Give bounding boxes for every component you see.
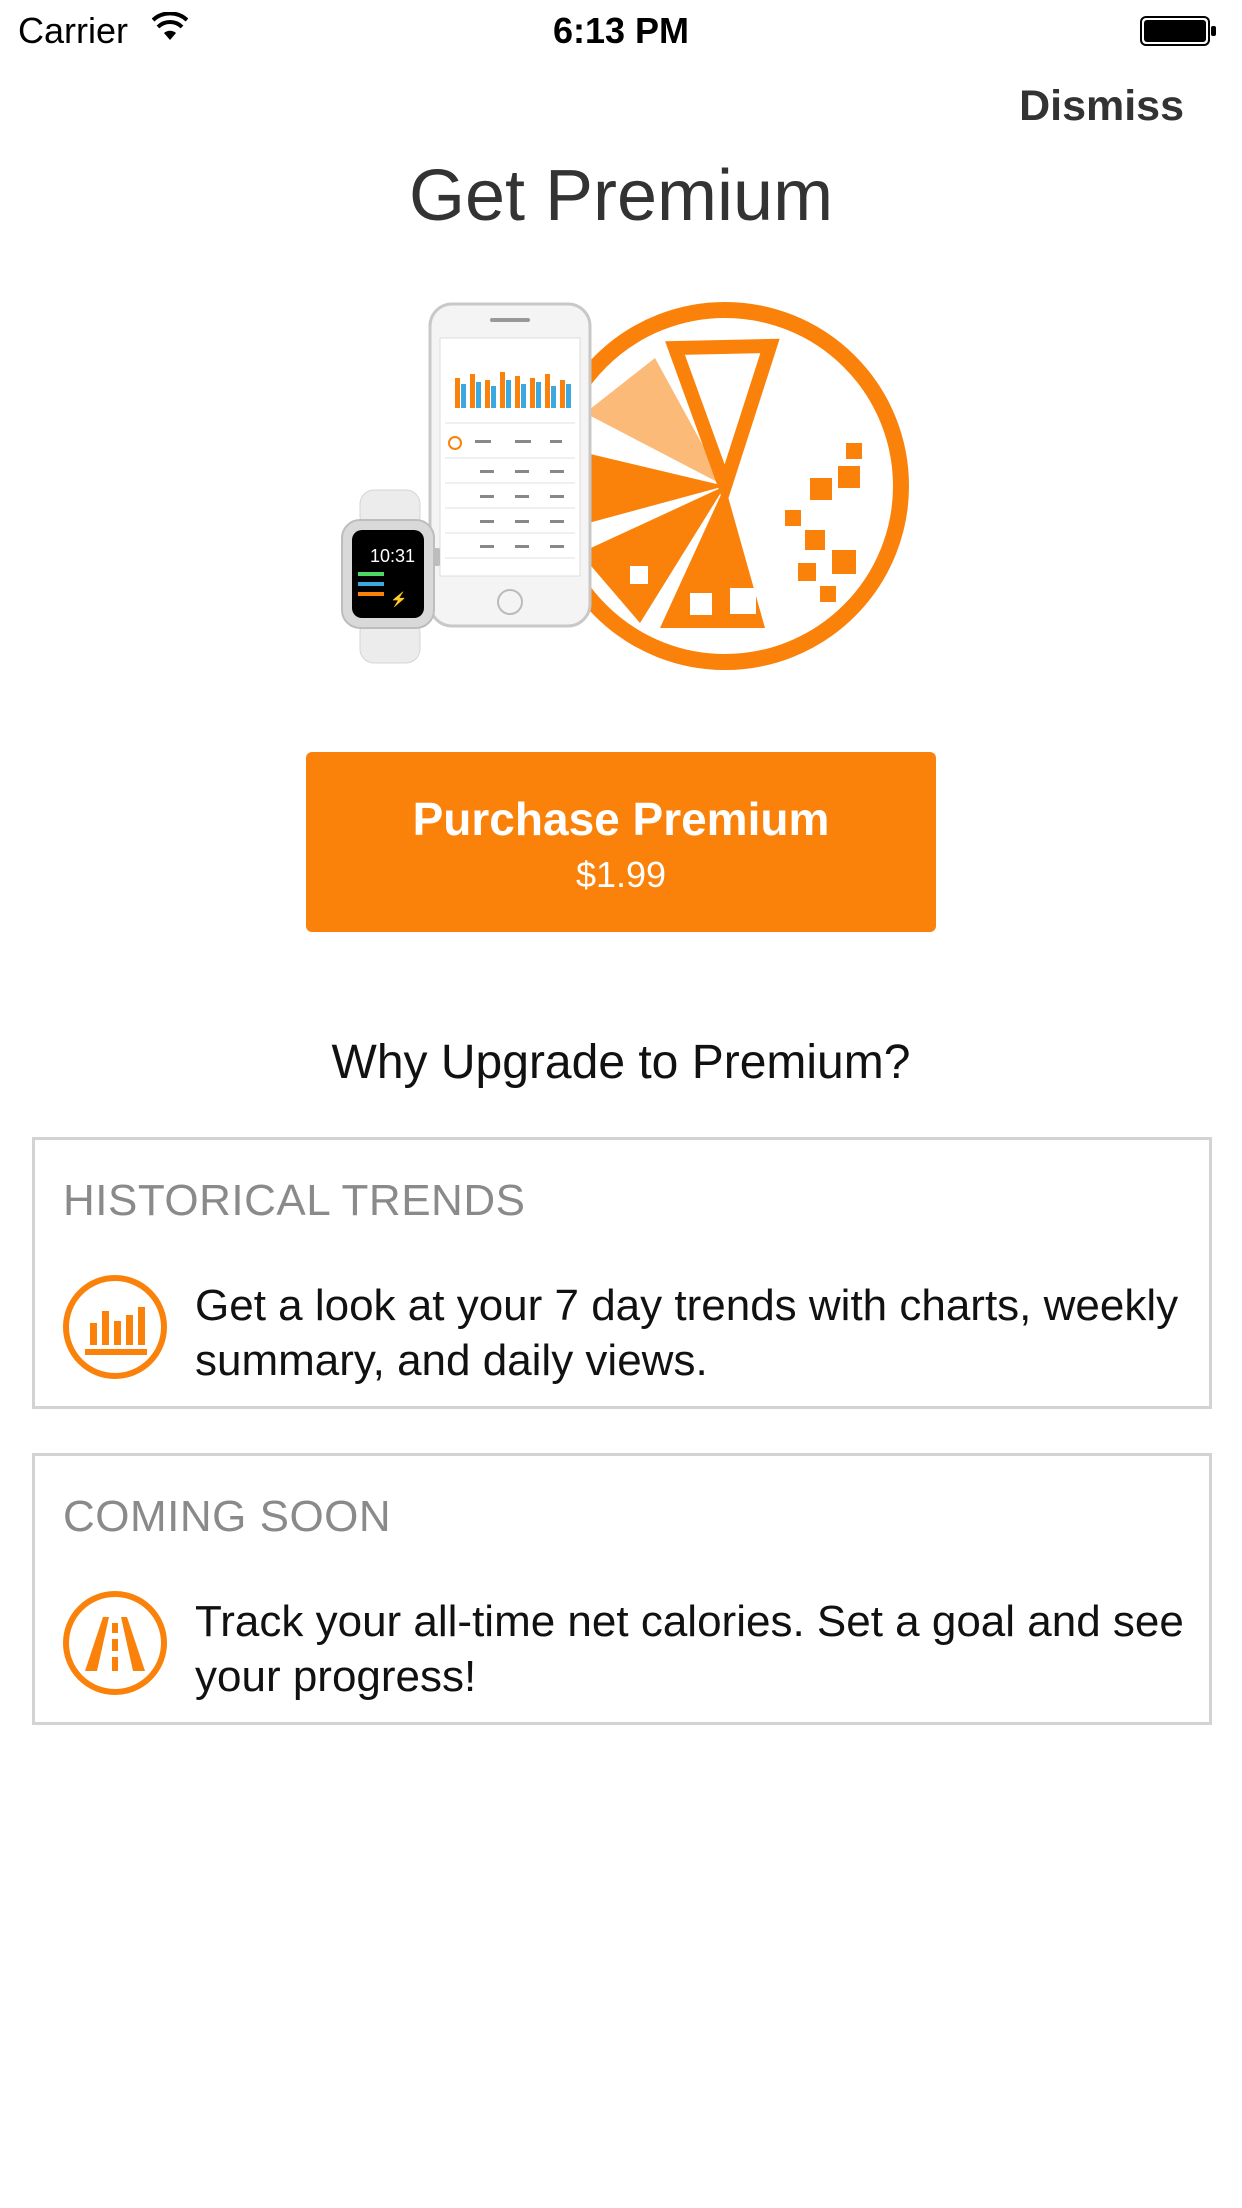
purchase-premium-button[interactable]: Purchase Premium $1.99 — [306, 752, 936, 932]
premium-screen: Carrier 6:13 PM Dismiss Get Premium 10:3… — [0, 0, 1242, 2208]
apple-watch-mockup: 10:31 ⚡ — [341, 489, 440, 664]
feature-card-coming-soon: COMING SOON Track your all-time net calo… — [32, 1453, 1212, 1725]
iphone-mockup — [428, 302, 592, 628]
purchase-price: $1.99 — [575, 854, 667, 895]
feature-card-header: HISTORICAL TRENDS — [63, 1176, 526, 1225]
svg-text:⚡: ⚡ — [390, 591, 407, 608]
battery-icon — [1140, 16, 1216, 46]
feature-card-description: Get a look at your 7 day trends with cha… — [195, 1281, 1179, 1385]
purchase-label: Purchase Premium — [412, 793, 830, 845]
feature-card-header: COMING SOON — [63, 1492, 392, 1541]
feature-card-historical-trends: HISTORICAL TRENDS Get a look at your 7 d… — [32, 1137, 1212, 1409]
dismiss-button[interactable]: Dismiss — [1019, 82, 1184, 131]
status-time: 6:13 PM — [552, 10, 690, 51]
status-bar: Carrier 6:13 PM — [0, 0, 1242, 60]
road-icon — [63, 1591, 167, 1695]
orange-slice-logo — [541, 302, 909, 670]
feature-card-description: Track your all-time net calories. Set a … — [195, 1597, 1184, 1701]
page-title: Get Premium — [408, 156, 834, 236]
hero-illustration: 10:31 ⚡ — [341, 302, 909, 670]
bar-chart-icon — [63, 1275, 167, 1379]
watch-time: 10:31 — [370, 546, 415, 566]
why-upgrade-heading: Why Upgrade to Premium? — [331, 1036, 911, 1089]
